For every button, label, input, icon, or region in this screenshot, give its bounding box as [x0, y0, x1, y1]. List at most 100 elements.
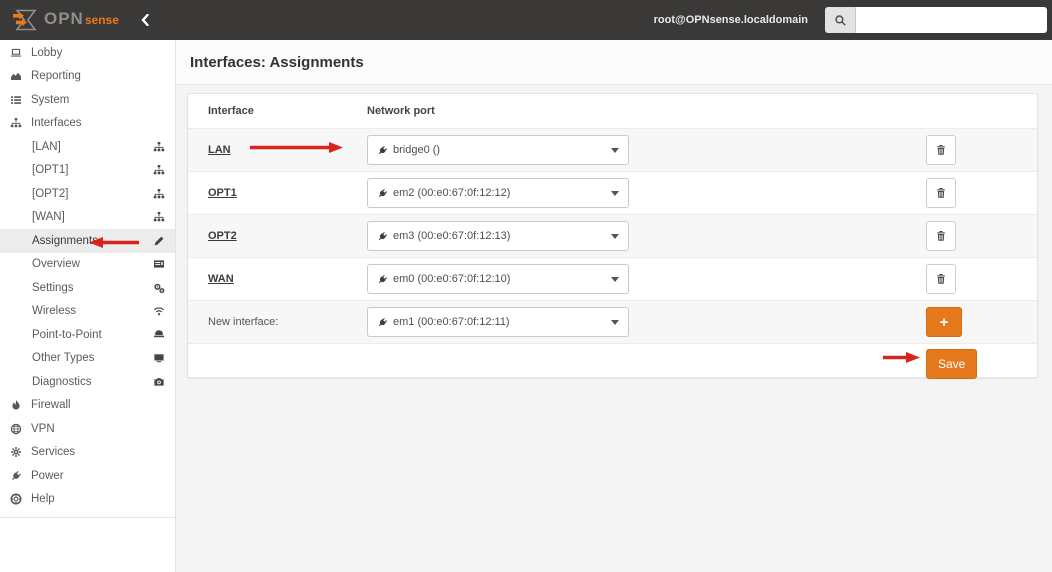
sidebar-item-reporting[interactable]: Reporting — [0, 65, 175, 89]
sidebar-item-services[interactable]: Services — [0, 441, 175, 465]
network-port-select-opt2[interactable]: em3 (00:e0:67:0f:12:13) — [367, 221, 629, 251]
selected-port: em3 (00:e0:67:0f:12:13) — [393, 230, 511, 242]
trash-icon — [935, 144, 947, 156]
sidebar-item-wan[interactable]: [WAN] — [0, 206, 175, 230]
sidebar-item-lan[interactable]: [LAN] — [0, 135, 175, 159]
table-row-opt2: OPT2 em3 (00:e0:67:0f:12:13) — [188, 214, 1037, 257]
search-icon — [825, 7, 856, 33]
global-search — [825, 7, 1047, 33]
sidebar-item-interfaces[interactable]: Interfaces — [0, 112, 175, 136]
sitemap-icon — [8, 117, 24, 129]
network-port-select-wan[interactable]: em0 (00:e0:67:0f:12:10) — [367, 264, 629, 294]
sidebar-item-label: [LAN] — [32, 140, 61, 153]
chevron-down-icon — [611, 276, 619, 282]
sidebar-item-label: Power — [31, 469, 64, 482]
brand-suffix: sense — [84, 13, 119, 27]
plug-icon — [377, 145, 388, 156]
sitemap-icon — [153, 164, 165, 176]
plug-icon — [377, 188, 388, 199]
sidebar-item-diagnostics[interactable]: Diagnostics — [0, 370, 175, 394]
plug-icon — [377, 231, 388, 242]
opnsense-app: OPN sense root@OPNsense.localdomain Lobby… — [0, 0, 1052, 572]
new-interface-label: New interface: — [208, 316, 279, 328]
table-row-new-interface: New interface: em1 (00:e0:67:0f:12:11) + — [188, 300, 1037, 343]
chevron-left-icon — [141, 14, 149, 26]
sidebar-item-label: Help — [31, 493, 55, 506]
sidebar-item-help[interactable]: Help — [0, 488, 175, 512]
globe-icon — [8, 423, 24, 435]
sidebar-item-label: Services — [31, 446, 76, 459]
opnsense-logo-icon — [13, 9, 37, 31]
sidebar-item-system[interactable]: System — [0, 88, 175, 112]
delete-opt2-button[interactable] — [926, 221, 956, 251]
table-row-lan: LAN bridge0 () — [188, 128, 1037, 171]
modem-icon — [153, 329, 165, 341]
add-interface-button[interactable]: + — [926, 307, 962, 337]
main-content: Interfaces: Assignments Interface Networ… — [175, 40, 1052, 572]
chevron-down-icon — [611, 319, 619, 325]
sidebar-item-firewall[interactable]: Firewall — [0, 394, 175, 418]
table-footer: Save — [188, 343, 1037, 384]
tv-icon — [153, 352, 165, 364]
network-port-select-opt1[interactable]: em2 (00:e0:67:0f:12:12) — [367, 178, 629, 208]
sidebar-item-label: VPN — [31, 422, 55, 435]
sidebar-item-wireless[interactable]: Wireless — [0, 300, 175, 324]
sidebar-item-other-types[interactable]: Other Types — [0, 347, 175, 371]
sidebar-item-opt1[interactable]: [OPT1] — [0, 159, 175, 183]
wifi-icon — [153, 305, 165, 317]
camera-icon — [153, 376, 165, 388]
selected-port: em1 (00:e0:67:0f:12:11) — [393, 316, 510, 328]
col-header-interface: Interface — [208, 105, 254, 117]
col-header-network-port: Network port — [367, 105, 435, 117]
table-row-wan: WAN em0 (00:e0:67:0f:12:10) — [188, 257, 1037, 300]
pencil-icon — [153, 235, 165, 247]
delete-lan-button[interactable] — [926, 135, 956, 165]
fire-icon — [8, 399, 24, 411]
sidebar-item-settings[interactable]: Settings — [0, 276, 175, 300]
chart-area-icon — [8, 70, 24, 82]
gear-icon — [8, 446, 24, 458]
brand-prefix: OPN — [44, 9, 84, 28]
network-port-select-new[interactable]: em1 (00:e0:67:0f:12:11) — [367, 307, 629, 337]
sidebar-item-label: Interfaces — [31, 117, 82, 130]
life-ring-icon — [8, 493, 24, 505]
sidebar-collapse-button[interactable] — [141, 14, 149, 26]
sidebar-item-opt2[interactable]: [OPT2] — [0, 182, 175, 206]
sidebar-item-label: System — [31, 93, 70, 106]
opnsense-logo[interactable]: OPN sense — [0, 9, 119, 31]
sidebar-item-vpn[interactable]: VPN — [0, 417, 175, 441]
trash-icon — [935, 273, 947, 285]
delete-opt1-button[interactable] — [926, 178, 956, 208]
sidebar-item-label: [OPT2] — [32, 187, 69, 200]
sitemap-icon — [153, 188, 165, 200]
newspaper-icon — [153, 258, 165, 270]
sitemap-icon — [153, 141, 165, 153]
interface-link-wan[interactable]: WAN — [208, 273, 234, 285]
sidebar-item-power[interactable]: Power — [0, 464, 175, 488]
selected-port: bridge0 () — [393, 144, 441, 156]
interface-link-opt1[interactable]: OPT1 — [208, 187, 237, 199]
cogs-icon — [153, 282, 165, 294]
search-input[interactable] — [856, 7, 1047, 33]
sidebar-item-point-to-point[interactable]: Point-to-Point — [0, 323, 175, 347]
page-title: Interfaces: Assignments — [190, 53, 364, 71]
logged-in-user: root@OPNsense.localdomain — [653, 14, 808, 26]
sidebar-item-assignments[interactable]: Assignments — [0, 229, 175, 253]
selected-port: em0 (00:e0:67:0f:12:10) — [393, 273, 511, 285]
sidebar-item-label: [WAN] — [32, 211, 65, 224]
selected-port: em2 (00:e0:67:0f:12:12) — [393, 187, 511, 199]
save-button[interactable]: Save — [926, 349, 978, 379]
network-port-select-lan[interactable]: bridge0 () — [367, 135, 629, 165]
plug-icon — [377, 317, 388, 328]
interface-link-lan[interactable]: LAN — [208, 144, 231, 156]
sidebar-item-label: Wireless — [32, 305, 77, 318]
interface-link-opt2[interactable]: OPT2 — [208, 230, 237, 242]
laptop-icon — [8, 47, 24, 59]
sidebar-item-overview[interactable]: Overview — [0, 253, 175, 277]
sitemap-icon — [153, 211, 165, 223]
sidebar-item-label: Diagnostics — [32, 375, 92, 388]
delete-wan-button[interactable] — [926, 264, 956, 294]
sidebar-item-lobby[interactable]: Lobby — [0, 41, 175, 65]
topbar: OPN sense root@OPNsense.localdomain — [0, 0, 1052, 40]
sidebar: Lobby Reporting System Interfaces [LAN] … — [0, 40, 176, 572]
